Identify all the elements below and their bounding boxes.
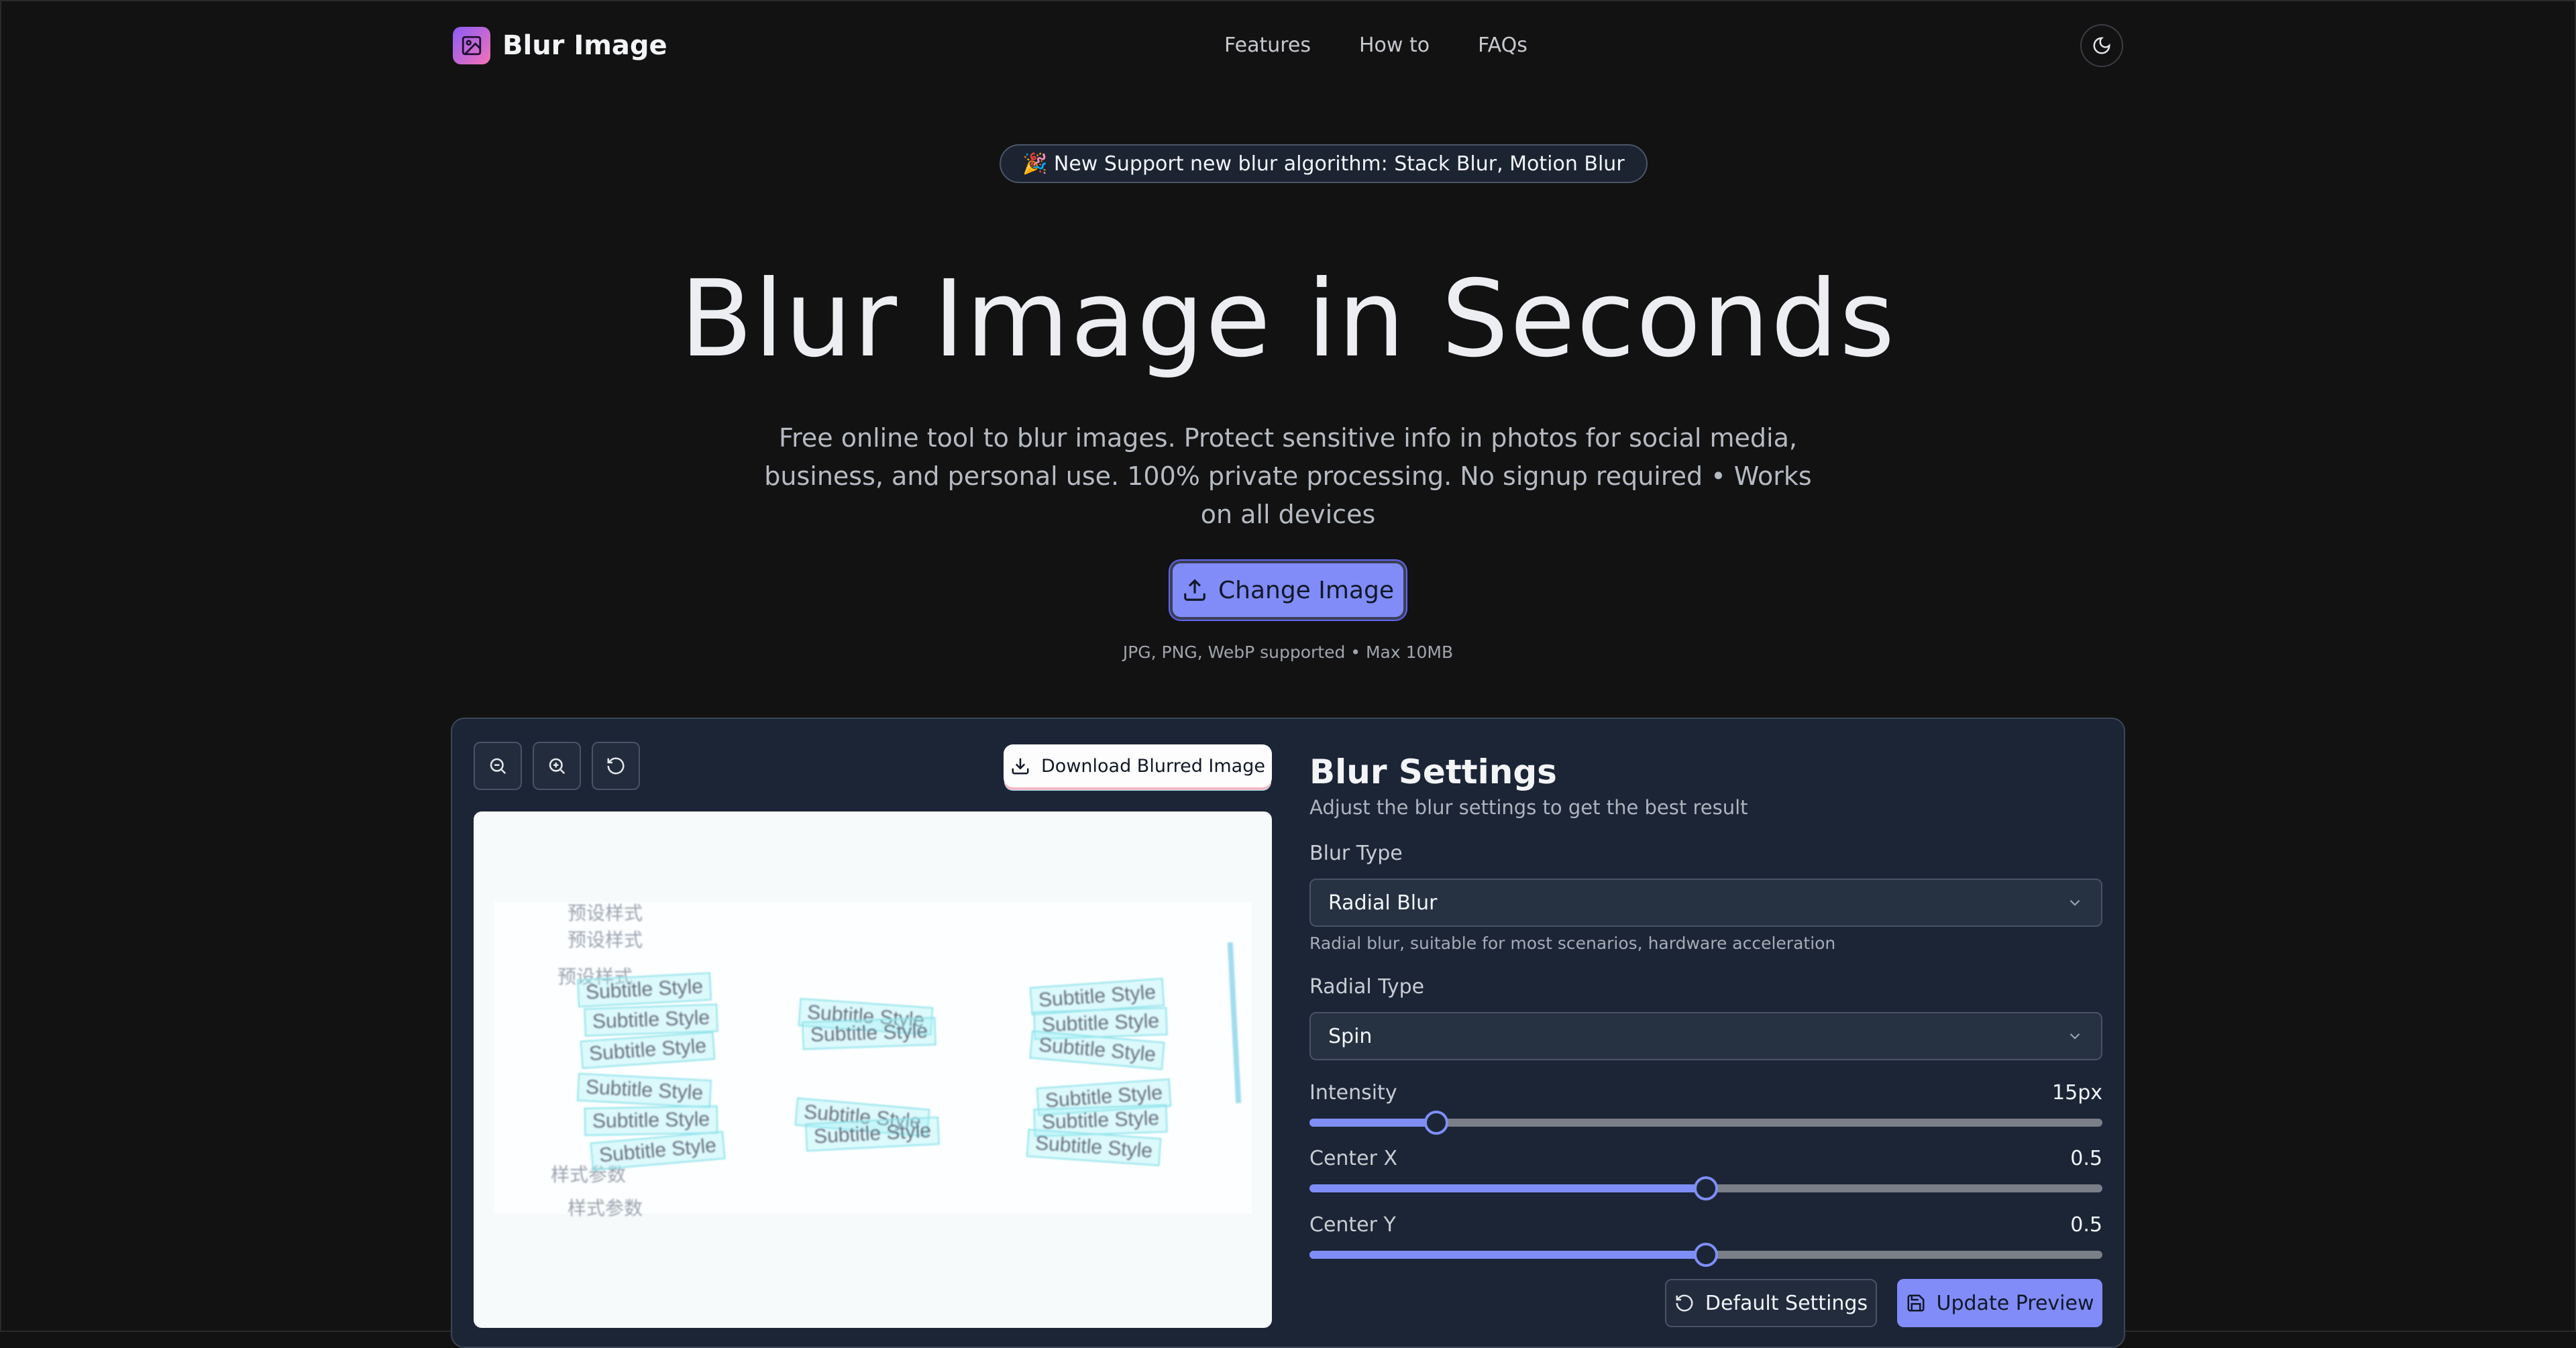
- app-title: Blur Image: [502, 30, 667, 61]
- zoom-in-button[interactable]: [533, 742, 581, 790]
- settings-title: Blur Settings: [1309, 752, 1557, 791]
- default-settings-button[interactable]: Default Settings: [1665, 1279, 1877, 1327]
- download-label: Download Blurred Image: [1041, 755, 1265, 777]
- settings-description: Adjust the blur settings to get the best…: [1309, 796, 1748, 819]
- rotate-ccw-icon: [607, 757, 625, 775]
- editor-panel: Download Blurred Image 预设样式 预设样式 预设样式 样式…: [451, 718, 2125, 1348]
- preview-card: Subtitle Style: [584, 1105, 718, 1136]
- announcement-badge[interactable]: 🎉 New Support new blur algorithm: Stack …: [1000, 144, 1648, 183]
- intensity-value: 15px: [2052, 1081, 2102, 1105]
- nav-faqs[interactable]: FAQs: [1478, 34, 1527, 57]
- header: Blur Image Features How to FAQs: [453, 20, 2123, 71]
- preview-card: Subtitle Style: [577, 972, 712, 1008]
- radial-type-label: Radial Type: [1309, 975, 1425, 999]
- intensity-slider[interactable]: [1309, 1111, 2102, 1135]
- image-icon: [453, 27, 490, 64]
- reset-view-button[interactable]: [592, 742, 640, 790]
- radial-type-select[interactable]: Spin: [1309, 1012, 2102, 1060]
- save-icon: [1907, 1294, 1925, 1312]
- center-y-slider[interactable]: [1309, 1243, 2102, 1267]
- preview-edge-line: [1227, 942, 1242, 1104]
- rotate-ccw-icon: [1676, 1294, 1693, 1312]
- hero-title: Blur Image in Seconds: [680, 258, 1896, 381]
- preview-cn-label: 样式参数: [568, 1197, 643, 1219]
- preview-card: Subtitle Style: [805, 1116, 941, 1152]
- preview-card: Subtitle Style: [1029, 1030, 1165, 1070]
- center-x-label: Center X: [1309, 1147, 1398, 1170]
- preview-card: Subtitle Style: [590, 1131, 726, 1171]
- chevron-down-icon: [2070, 1033, 2080, 1040]
- theme-toggle-button[interactable]: [2080, 24, 2123, 67]
- preview-card: Subtitle Style: [802, 1017, 936, 1050]
- zoom-out-icon: [490, 758, 506, 775]
- image-preview[interactable]: 预设样式 预设样式 预设样式 样式参数 样式参数 Subtitle Style …: [474, 811, 1272, 1328]
- update-preview-label: Update Preview: [1936, 1291, 2094, 1315]
- hero-subtitle: Free online tool to blur images. Protect…: [764, 423, 1812, 529]
- moon-icon: [2093, 37, 2110, 54]
- change-image-button[interactable]: Change Image: [1170, 561, 1406, 620]
- update-preview-button[interactable]: Update Preview: [1897, 1279, 2102, 1327]
- chevron-down-icon: [2070, 899, 2080, 906]
- center-y-value: 0.5: [2070, 1213, 2102, 1237]
- intensity-label: Intensity: [1309, 1081, 1397, 1105]
- blur-type-value: Radial Blur: [1328, 891, 1438, 915]
- slider-thumb[interactable]: [1694, 1243, 1718, 1267]
- slider-thumb[interactable]: [1424, 1111, 1449, 1135]
- upload-icon: [1184, 579, 1205, 601]
- preview-cn-label: 预设样式: [568, 929, 643, 951]
- slider-fill: [1309, 1184, 1706, 1192]
- preview-cn-label: 预设样式: [568, 902, 643, 924]
- preview-card: Subtitle Style: [577, 1072, 712, 1109]
- center-x-value: 0.5: [2070, 1147, 2102, 1170]
- preview-card: Subtitle Style: [584, 1003, 718, 1037]
- preview-image: 预设样式 预设样式 预设样式 样式参数 样式参数 Subtitle Style …: [494, 902, 1252, 1219]
- radial-type-value: Spin: [1328, 1024, 1373, 1048]
- nav-features[interactable]: Features: [1224, 34, 1311, 57]
- preview-card: Subtitle Style: [1026, 1129, 1162, 1166]
- slider-fill: [1309, 1251, 1706, 1259]
- zoom-out-button[interactable]: [474, 742, 522, 790]
- blur-type-hint: Radial blur, suitable for most scenarios…: [1309, 934, 1836, 953]
- nav-how-to[interactable]: How to: [1359, 34, 1430, 57]
- change-image-label: Change Image: [1218, 576, 1395, 604]
- main-nav: Features How to FAQs: [1224, 34, 1527, 57]
- download-button[interactable]: Download Blurred Image: [1004, 744, 1272, 787]
- slider-thumb[interactable]: [1694, 1176, 1718, 1200]
- preview-card: Subtitle Style: [580, 1031, 716, 1069]
- download-icon: [1012, 758, 1029, 775]
- zoom-in-icon: [549, 758, 566, 775]
- logo[interactable]: Blur Image: [453, 27, 667, 64]
- center-y-label: Center Y: [1309, 1213, 1396, 1237]
- default-settings-label: Default Settings: [1705, 1291, 1868, 1315]
- blur-type-select[interactable]: Radial Blur: [1309, 879, 2102, 927]
- blur-type-label: Blur Type: [1309, 842, 1403, 865]
- slider-fill: [1309, 1119, 1437, 1127]
- supported-formats: JPG, PNG, WebP supported • Max 10MB: [1122, 642, 1454, 662]
- center-x-slider[interactable]: [1309, 1176, 2102, 1200]
